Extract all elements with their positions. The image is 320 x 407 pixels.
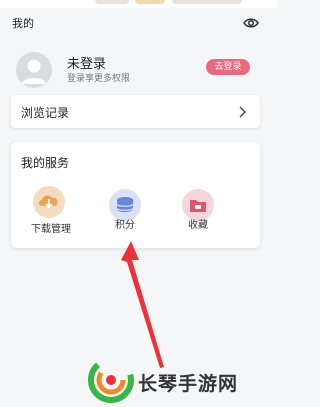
red-annotation-arrow bbox=[121, 241, 164, 368]
watermark-logo bbox=[88, 357, 134, 403]
watermark-text: 长琴手游网 bbox=[138, 373, 239, 395]
watermark: 长琴手游网 bbox=[88, 355, 273, 405]
